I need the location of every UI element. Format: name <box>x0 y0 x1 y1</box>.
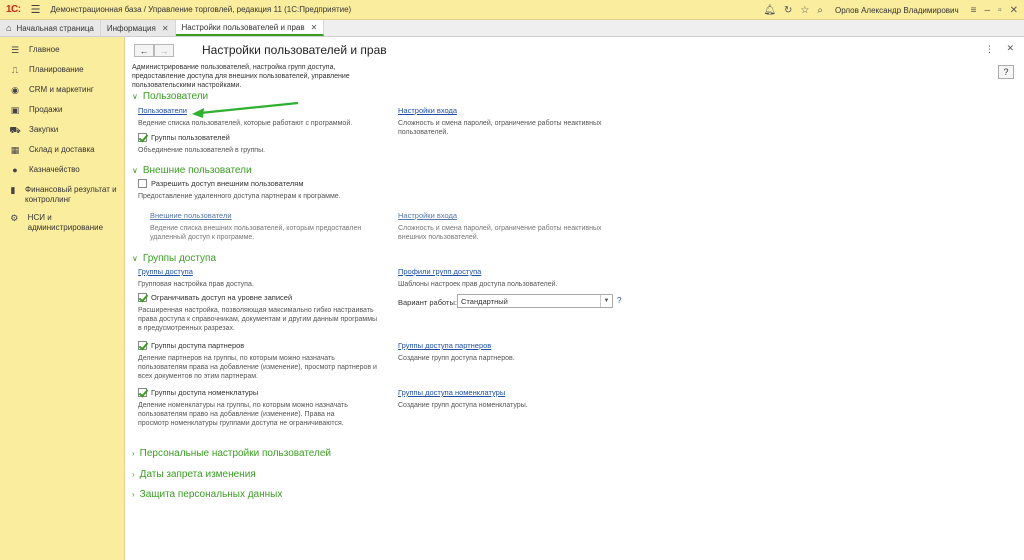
users-link[interactable]: Пользователи <box>138 106 187 115</box>
main-menu-icon[interactable]: ☰ <box>31 3 41 16</box>
star-icon[interactable]: ☆ <box>800 5 809 16</box>
partner-groups-checkbox[interactable]: Группы доступа партнеров <box>138 341 244 350</box>
chevron-right-icon: › <box>132 490 135 499</box>
treasury-icon: ● <box>12 165 18 175</box>
restrict-records-desc: Расширенная настройка, позволяющая макси… <box>138 307 378 332</box>
nomenclature-groups-desc: Деление номенклатуры на группы, по котор… <box>138 402 348 427</box>
chevron-right-icon: › <box>132 449 135 458</box>
sidebar-item-purchases[interactable]: ⛟ Закупки <box>0 121 124 141</box>
close-tab-icon[interactable]: ✕ <box>311 23 318 32</box>
sidebar-item-admin[interactable]: ⚙ НСИ и администрирование <box>0 209 124 237</box>
checkbox-checked[interactable] <box>138 341 147 350</box>
checkbox-unchecked[interactable] <box>138 179 147 188</box>
tab-info[interactable]: Информация ✕ <box>100 20 176 36</box>
sidebar-item-warehouse[interactable]: ▦ Склад и доставка <box>0 141 124 161</box>
access-groups-link[interactable]: Группы доступа <box>138 267 193 276</box>
cart-icon: ⛟ <box>9 125 21 135</box>
checkbox-checked[interactable] <box>138 133 147 142</box>
tab-bar: ⌂ Начальная страница Информация ✕ Настро… <box>0 20 1024 37</box>
chevron-down-icon: ∨ <box>132 92 138 101</box>
sidebar-item-finance[interactable]: ▮ Финансовый результат и контроллинг <box>0 181 124 209</box>
sidebar-item-main[interactable]: ☰ Главное <box>0 41 124 61</box>
allow-external-desc: Предоставление удаленного доступа партне… <box>138 193 341 200</box>
settings-menu-icon[interactable]: ≡ <box>971 5 977 16</box>
tab-label: Настройки пользователей и прав <box>181 22 305 32</box>
sidebar-item-treasury[interactable]: ● Казначейство <box>0 161 124 181</box>
forward-button[interactable]: → <box>154 44 174 57</box>
minimize-icon[interactable]: – <box>985 5 991 16</box>
more-icon[interactable]: ⋮ <box>985 44 994 55</box>
title-bar: 1С: ☰ Демонстрационная база / Управление… <box>0 0 1024 20</box>
help-button[interactable]: ? <box>998 65 1014 79</box>
bell-icon[interactable]: 🔔︎ <box>763 5 776 16</box>
maximize-icon[interactable]: ▫ <box>998 5 1002 16</box>
warehouse-icon: ▦ <box>10 145 20 155</box>
chevron-down-icon: ∨ <box>132 254 138 263</box>
partner-groups-link[interactable]: Группы доступа партнеров <box>398 341 491 350</box>
sidebar-item-crm[interactable]: ◉ CRM и маркетинг <box>0 81 124 101</box>
section-personal-settings[interactable]: › Персональные настройки пользователей <box>132 448 331 459</box>
section-external-users[interactable]: ∨ Внешние пользователи <box>132 165 252 176</box>
crm-icon: ◉ <box>11 85 19 95</box>
access-profiles-link[interactable]: Профили групп доступа <box>398 267 481 276</box>
partner-groups-desc: Деление партнеров на группы, по которым … <box>138 355 377 380</box>
nomenclature-groups-checkbox[interactable]: Группы доступа номенклатуры <box>138 388 258 397</box>
access-groups-desc: Групповая настройка прав доступа. <box>138 281 254 288</box>
login-settings-desc: Сложность и смена паролей, ограничение р… <box>398 120 602 136</box>
user-groups-desc: Объединение пользователей в группы. <box>138 147 266 154</box>
variant-select[interactable]: Стандартный ▼ <box>457 294 613 308</box>
tab-user-settings[interactable]: Настройки пользователей и прав ✕ <box>175 20 325 36</box>
external-users-link[interactable]: Внешние пользователи <box>150 211 232 220</box>
tab-home[interactable]: ⌂ Начальная страница <box>0 20 101 36</box>
search-icon[interactable]: ⌕ <box>817 5 823 16</box>
close-window-icon[interactable]: ✕ <box>1010 5 1018 16</box>
sales-icon: ▣ <box>10 105 20 115</box>
planning-icon: ⎍ <box>11 65 19 75</box>
chart-icon: ▮ <box>10 185 16 195</box>
tab-label: Начальная страница <box>16 23 94 33</box>
window-title: Демонстрационная база / Управление торго… <box>50 5 352 14</box>
history-icon[interactable]: ↻ <box>784 5 792 16</box>
main-content: ← → Настройки пользователей и прав ⋮ ✕ ?… <box>126 37 1024 560</box>
sidebar-item-planning[interactable]: ⎍ Планирование <box>0 61 124 81</box>
tab-label: Информация <box>106 23 156 33</box>
external-login-desc: Сложность и смена паролей, ограничение р… <box>398 225 602 241</box>
chevron-down-icon[interactable]: ▼ <box>600 295 612 307</box>
close-form-icon[interactable]: ✕ <box>1006 43 1014 54</box>
variant-label: Вариант работы: <box>398 298 457 307</box>
close-tab-icon[interactable]: ✕ <box>162 24 169 33</box>
arrow-annotation <box>192 101 299 118</box>
titlebar-tools: 🔔︎ ↻ ☆ ⌕ Орлов Александр Владимирович ≡ … <box>763 0 1018 20</box>
nomenclature-groups-link-desc: Создание групп доступа номенклатуры. <box>398 402 528 409</box>
checkbox-checked[interactable] <box>138 293 147 302</box>
sidebar-item-sales[interactable]: ▣ Продажи <box>0 101 124 121</box>
section-change-prohibition-dates[interactable]: › Даты запрета изменения <box>132 469 256 480</box>
back-button[interactable]: ← <box>134 44 154 57</box>
users-desc: Ведение списка пользователей, которые ра… <box>138 120 353 127</box>
nomenclature-groups-link[interactable]: Группы доступа номенклатуры <box>398 388 505 397</box>
restrict-records-checkbox[interactable]: Ограничивать доступ на уровне записей <box>138 293 292 302</box>
user-groups-checkbox[interactable]: Группы пользователей <box>138 133 230 142</box>
allow-external-checkbox[interactable]: Разрешить доступ внешним пользователям <box>138 179 304 188</box>
login-settings-link[interactable]: Настройки входа <box>398 106 457 115</box>
external-login-link[interactable]: Настройки входа <box>398 211 457 220</box>
page-title: Настройки пользователей и прав <box>202 43 387 57</box>
external-users-desc: Ведение списка внешних пользователей, ко… <box>150 225 362 241</box>
chevron-right-icon: › <box>132 470 135 479</box>
home-icon: ⌂ <box>6 23 12 33</box>
chevron-down-icon: ∨ <box>132 166 138 175</box>
user-name[interactable]: Орлов Александр Владимирович <box>835 6 959 15</box>
intro-text: Администрирование пользователей, настрой… <box>132 64 350 89</box>
partner-groups-link-desc: Создание групп доступа партнеров. <box>398 355 515 362</box>
nav-buttons: ← → <box>134 44 174 57</box>
section-personal-data[interactable]: › Защита персональных данных <box>132 489 282 500</box>
access-profiles-desc: Шаблоны настроек прав доступа пользовате… <box>398 281 558 288</box>
app-logo: 1С: <box>6 4 21 15</box>
checkbox-checked[interactable] <box>138 388 147 397</box>
help-icon[interactable]: ? <box>617 296 621 305</box>
sidebar: ☰ Главное ⎍ Планирование ◉ CRM и маркети… <box>0 37 125 560</box>
section-access-groups[interactable]: ∨ Группы доступа <box>132 253 216 264</box>
gear-icon: ⚙ <box>10 213 19 223</box>
menu-icon: ☰ <box>10 45 20 55</box>
